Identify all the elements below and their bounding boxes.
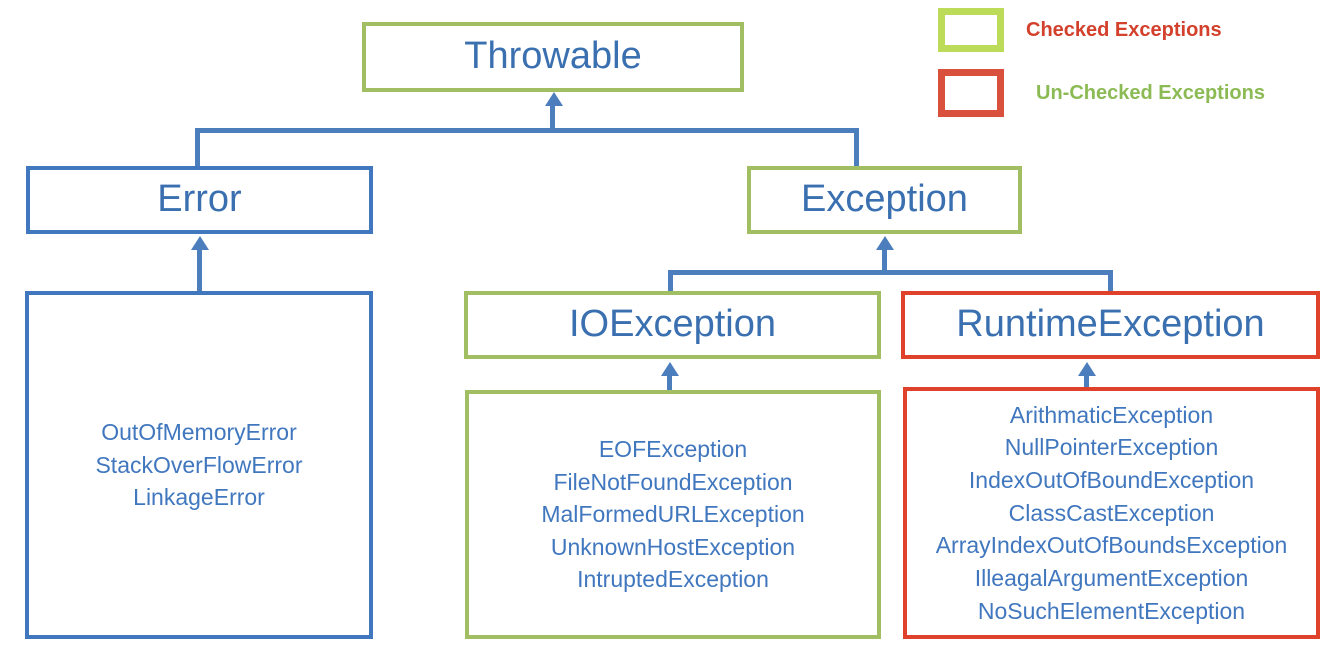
list-item: EOFException (598, 435, 748, 462)
list-item: ClassCastException (1008, 499, 1215, 526)
list-item: IntruptedException (577, 566, 769, 593)
list-item: UnknownHostException (550, 533, 796, 560)
error-subclass-lines: OutOfMemoryError StackOverFlowError Linkag… (29, 416, 369, 514)
node-error-label: Error (157, 178, 242, 221)
list-item: ArrayIndexOutOfBoundsException (935, 532, 1288, 559)
arrow-to-throwable (545, 92, 563, 106)
exception-hierarchy-diagram: Throwable Error Exception IOException Ru… (0, 0, 1342, 654)
connector-throwable-bracket (195, 128, 859, 133)
list-item: NoSuchElementException (977, 597, 1246, 624)
list-runtimeexception-subclasses[interactable]: ArithmaticException NullPointerException I… (903, 387, 1320, 639)
list-item: OutOfMemoryError (101, 419, 297, 446)
legend-swatch-red-icon (938, 69, 1004, 117)
node-throwable-label: Throwable (464, 35, 642, 78)
legend-item-checked: Checked Exceptions (938, 8, 1222, 52)
connector-throwable-drop-right (854, 128, 859, 170)
legend-label-checked: Checked Exceptions (1026, 18, 1222, 41)
arrow-to-runtimeexception (1078, 362, 1096, 376)
node-ioexception-label: IOException (569, 303, 776, 346)
connector-error-stem (197, 249, 202, 294)
list-item: NullPointerException (1004, 434, 1219, 461)
legend-swatch-green-icon (938, 8, 1004, 52)
connector-exception-stem (882, 249, 887, 272)
list-item: ArithmaticException (1009, 401, 1214, 428)
runtimeexception-subclass-lines: ArithmaticException NullPointerException I… (907, 399, 1316, 628)
arrow-to-ioexception (661, 362, 679, 376)
node-error[interactable]: Error (26, 166, 373, 234)
list-item: IlleagalArgumentException (974, 564, 1249, 591)
connector-throwable-drop-left (195, 128, 200, 170)
node-exception-label: Exception (801, 178, 968, 221)
node-ioexception[interactable]: IOException (464, 291, 881, 359)
list-item: IndexOutOfBoundException (968, 467, 1255, 494)
ioexception-subclass-lines: EOFException FileNotFoundException MalForm… (469, 433, 877, 596)
arrow-to-error (191, 236, 209, 250)
legend-item-unchecked: Un-Checked Exceptions (938, 69, 1265, 117)
list-item: FileNotFoundException (553, 468, 793, 495)
arrow-to-exception (876, 236, 894, 250)
list-ioexception-subclasses[interactable]: EOFException FileNotFoundException MalForm… (465, 390, 881, 639)
node-exception[interactable]: Exception (747, 166, 1022, 234)
node-throwable[interactable]: Throwable (362, 22, 744, 92)
node-runtimeexception[interactable]: RuntimeException (901, 291, 1320, 359)
list-error-subclasses[interactable]: OutOfMemoryError StackOverFlowError Linkag… (25, 291, 373, 639)
connector-exception-bracket (668, 270, 1113, 275)
list-item: StackOverFlowError (95, 451, 303, 478)
legend-label-unchecked: Un-Checked Exceptions (1036, 81, 1265, 104)
list-item: LinkageError (133, 484, 265, 511)
node-runtimeexception-label: RuntimeException (956, 303, 1265, 346)
list-item: MalFormedURLException (541, 501, 805, 528)
